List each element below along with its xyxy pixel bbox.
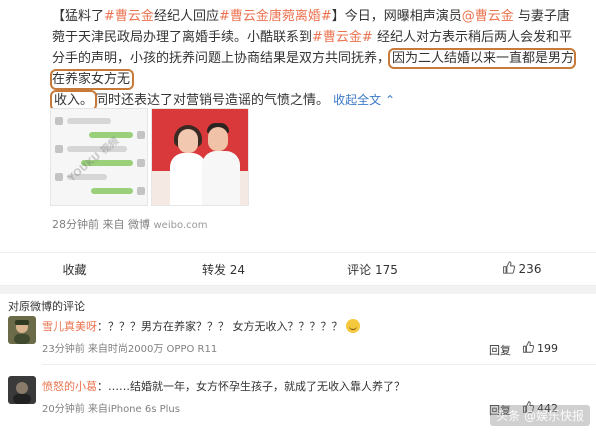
comment-like-button[interactable]: 199 [522,341,558,356]
couple-photo-image[interactable] [151,108,249,206]
comment-text: ：……结婚就一年，女方怀孕生孩子，就成了无收入靠人养了？ [97,380,405,393]
hashtag-caoyunjin[interactable]: #曹云金 [104,9,154,24]
thumbs-up-icon [522,341,535,356]
post-time: 28分钟前 [52,218,99,231]
comment-author[interactable]: 雪儿真美呀 [42,320,97,333]
comments-section-title: 对原微博的评论 [8,300,85,313]
smile-emoji-icon [346,319,360,333]
comment-source: 来自时尚2000万 OPPO R11 [87,344,218,355]
highlighted-text-2: 收入。 [49,90,98,111]
repost-button[interactable]: 转发 24 [149,253,298,285]
post-text-lead: 猛料了 [65,9,105,24]
thumbs-up-icon [502,261,515,277]
like-button[interactable]: 236 [447,253,596,285]
post-text: 【猛料了#曹云金经纪人回应#曹云金唐菀离婚#】今日，网曝相声演员@曹云金 与妻子… [49,9,577,111]
reply-button[interactable]: 回复 [489,342,511,358]
section-separator [0,286,596,294]
hashtag-divorce[interactable]: #曹云金唐菀离婚# [219,9,332,24]
weibo-post: 【猛料了#曹云金经纪人回应#曹云金唐菀离婚#】今日，网曝相声演员@曹云金 与妻子… [0,0,596,252]
post-link[interactable]: weibo.com [154,220,208,231]
like-count: 236 [518,262,542,276]
post-source[interactable]: 微博 [128,218,150,231]
post-source-prefix: 来自 [102,218,125,231]
comment-time: 20分钟前 [42,404,85,415]
hashtag-caoyunjin-2[interactable]: #曹云金# [312,30,373,45]
comment-text: ：？？？男方在养家？？？ 女方无收入？？？？？ [97,320,343,333]
comment-button[interactable]: 评论 175 [298,253,447,285]
chat-screenshot-image[interactable]: YOUKU 视频 [50,108,148,206]
post-images: YOUKU 视频 [50,108,249,206]
comment-divider [42,364,596,365]
mention-caoyunjin[interactable]: @曹云金 [462,9,514,24]
comment-label: 评论 175 [347,262,398,277]
comment-like-count: 199 [537,342,558,355]
comment-author[interactable]: 愤怒的小葛 [42,380,97,393]
collapse-full-text-link[interactable]: 收起全文 ⌃ [333,93,395,107]
comment-time: 23分钟前 [42,344,85,355]
repost-label: 转发 24 [201,262,246,277]
avatar[interactable] [8,316,36,344]
avatar[interactable] [8,376,36,404]
post-action-bar: 收藏 转发 24 评论 175 236 [0,252,596,286]
post-meta: 28分钟前 来自 微博 weibo.com [52,216,207,232]
comment-source: 来自iPhone 6s Plus [87,404,180,415]
collect-label: 收藏 [62,262,87,277]
corner-watermark: 头条 @娱乐快报 [490,405,590,426]
collect-button[interactable]: 收藏 [0,253,149,285]
